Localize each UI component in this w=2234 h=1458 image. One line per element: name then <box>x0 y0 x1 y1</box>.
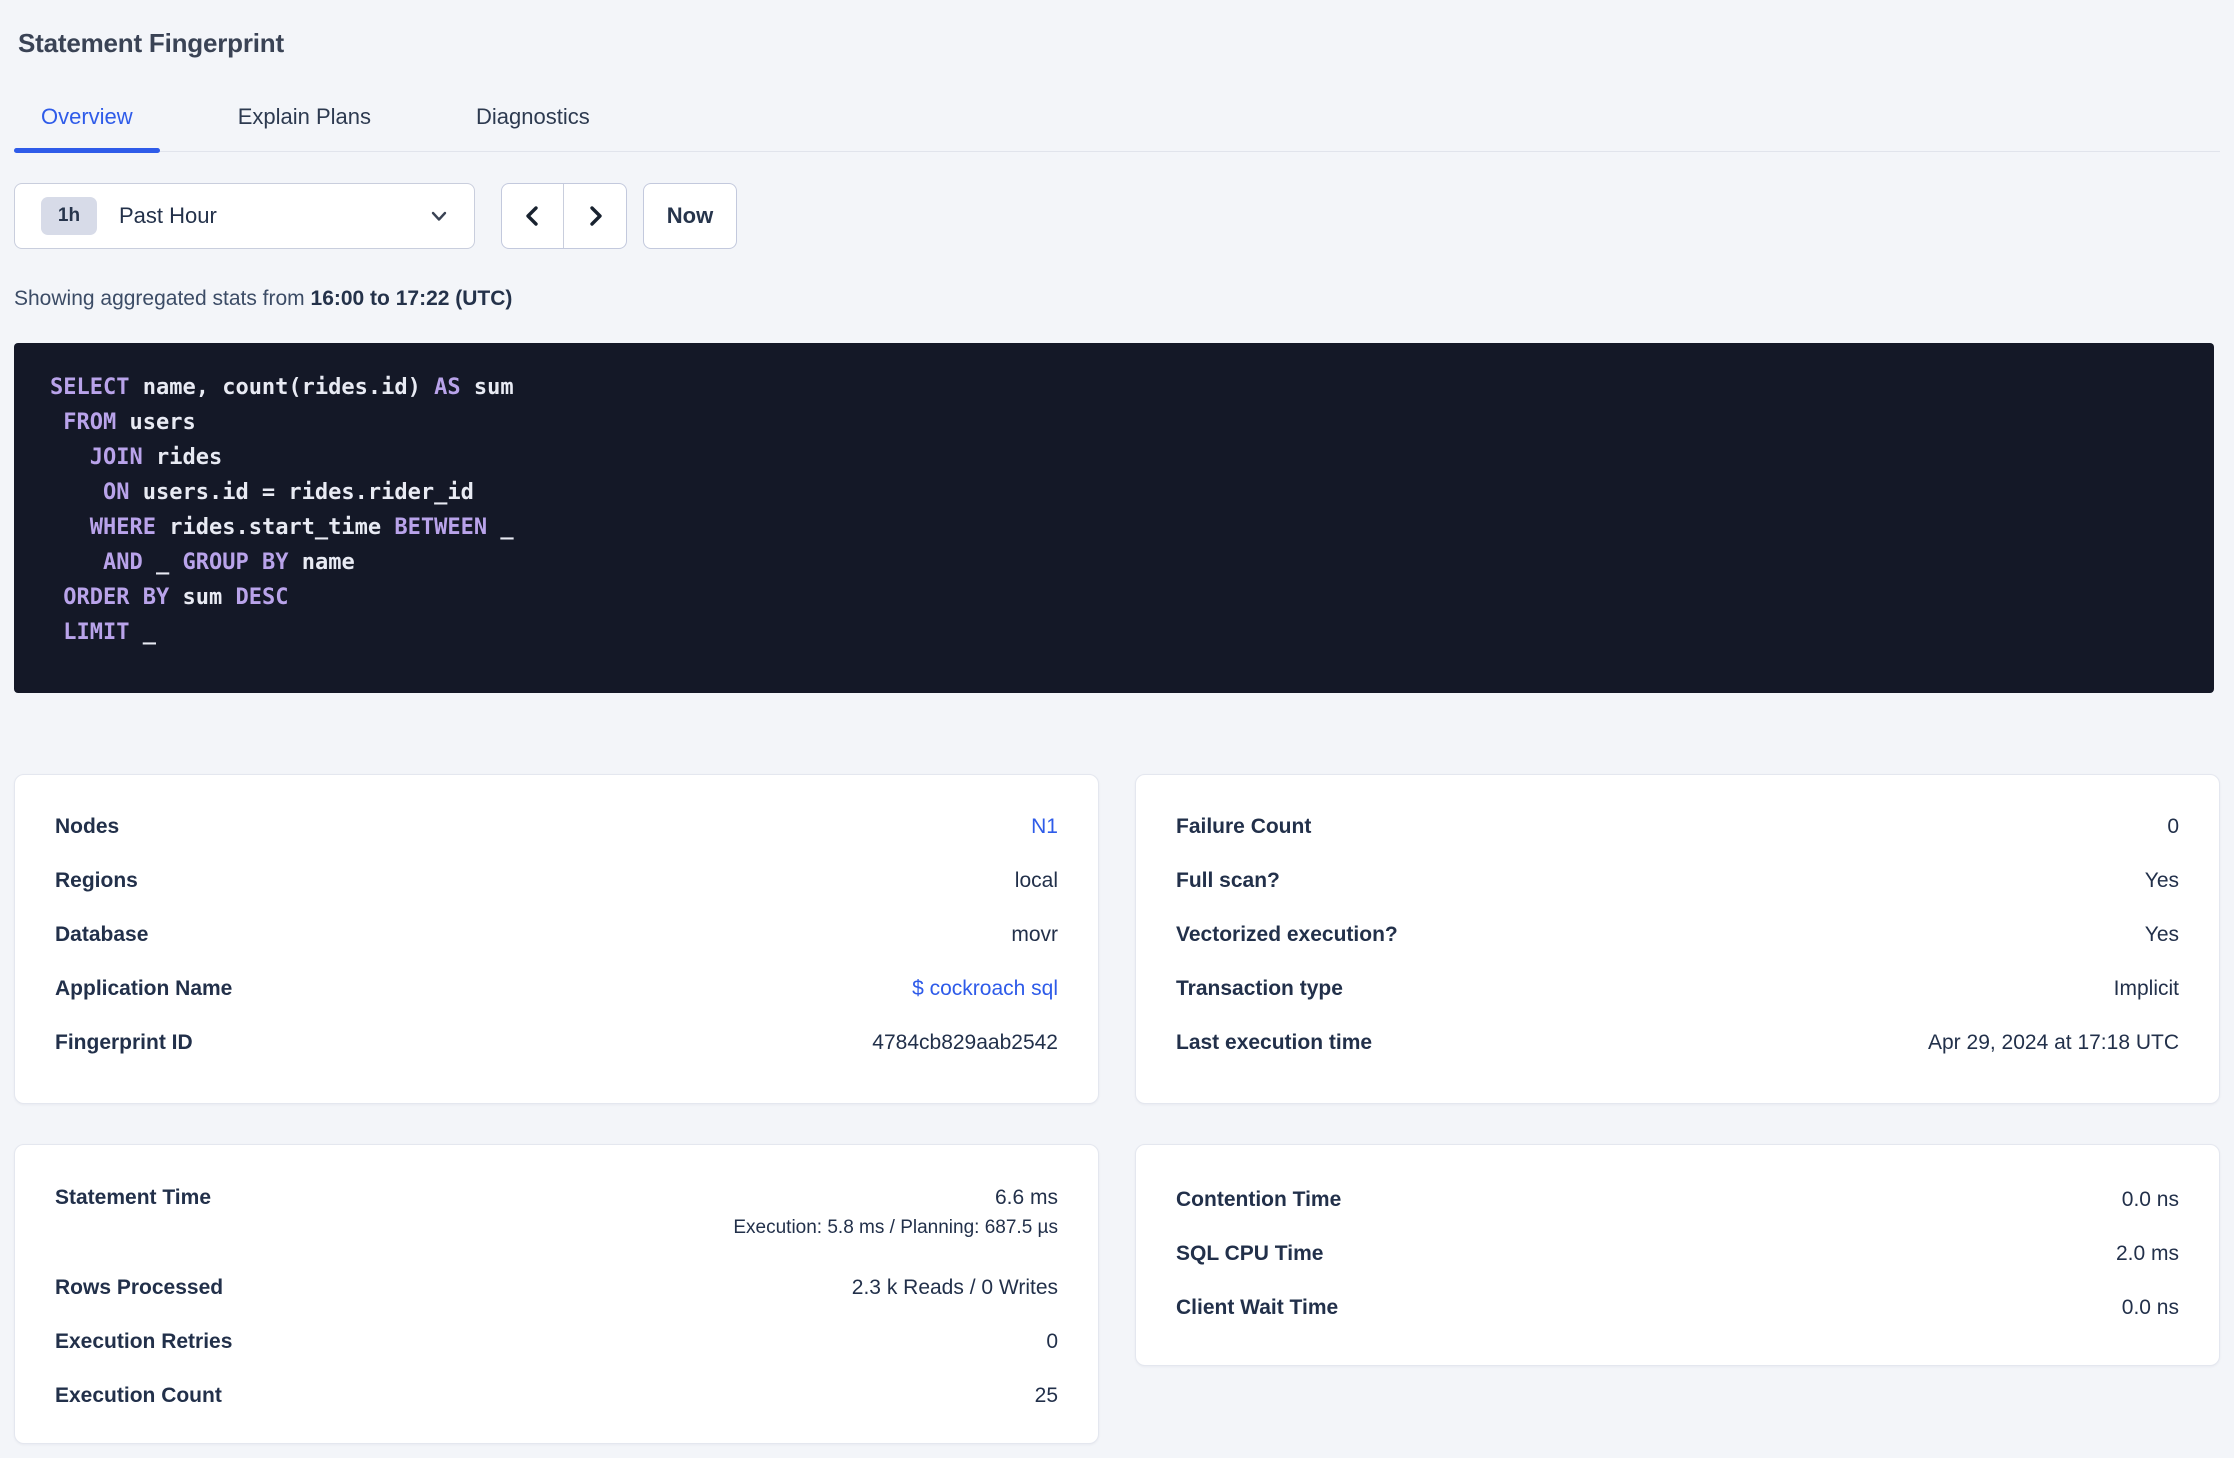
table-row: Application Name $ cockroach sql <box>55 962 1058 1016</box>
row-value: 25 <box>1034 1384 1058 1407</box>
chevron-right-icon <box>583 204 607 228</box>
performance-cards-row: Statement Time 6.6 ms Execution: 5.8 ms … <box>14 1144 2220 1444</box>
table-row: Execution Count 25 <box>55 1369 1058 1423</box>
table-row: Database movr <box>55 908 1058 962</box>
table-row: Execution Retries 0 <box>55 1315 1058 1369</box>
statement-details-card: Nodes N1 Regions local Database movr App… <box>14 774 1099 1104</box>
time-range-label: Past Hour <box>119 203 217 228</box>
nodes-link[interactable]: N1 <box>1031 815 1058 839</box>
chevron-down-icon <box>430 207 448 225</box>
table-row: Vectorized execution? Yes <box>1176 908 2179 962</box>
row-label: Nodes <box>55 815 120 838</box>
row-value: 0 <box>1046 1330 1058 1353</box>
row-label: Transaction type <box>1176 977 1343 1000</box>
sql-code: SELECT name, count(rides.id) AS sum FROM… <box>50 375 514 645</box>
tab-diagnostics[interactable]: Diagnostics <box>449 105 617 151</box>
table-row: Last execution time Apr 29, 2024 at 17:1… <box>1176 1016 2179 1070</box>
table-row: Fingerprint ID 4784cb829aab2542 <box>55 1016 1058 1070</box>
time-range-toolbar: 1h Past Hour Now <box>14 183 2220 249</box>
statement-fingerprint-page: Statement Fingerprint Overview Explain P… <box>0 0 2234 1444</box>
tab-bar: Overview Explain Plans Diagnostics <box>14 105 2220 153</box>
details-cards-row: Nodes N1 Regions local Database movr App… <box>14 774 2220 1104</box>
statement-time-value: 6.6 ms <box>994 1186 1058 1209</box>
row-label: Full scan? <box>1176 869 1280 892</box>
table-row: Rows Processed 2.3 k Reads / 0 Writes <box>55 1261 1058 1315</box>
time-range-dropdown[interactable]: 1h Past Hour <box>14 183 475 249</box>
row-value: 0.0 ns <box>2121 1188 2179 1211</box>
row-label: Fingerprint ID <box>55 1031 193 1054</box>
tab-explain-plans[interactable]: Explain Plans <box>211 105 398 151</box>
execution-attributes-card: Failure Count 0 Full scan? Yes Vectorize… <box>1135 774 2220 1104</box>
row-label: Execution Count <box>55 1384 222 1407</box>
table-row: SQL CPU Time 2.0 ms <box>1176 1227 2179 1281</box>
row-label: Failure Count <box>1176 815 1312 838</box>
page-title: Statement Fingerprint <box>18 28 284 58</box>
row-label: Application Name <box>55 977 233 1000</box>
last-execution-time-value: Apr 29, 2024 at 17:18 UTC <box>1928 1031 2179 1054</box>
statement-performance-card: Statement Time 6.6 ms Execution: 5.8 ms … <box>14 1144 1099 1444</box>
now-button[interactable]: Now <box>643 183 737 249</box>
row-label: Regions <box>55 869 138 892</box>
tab-overview[interactable]: Overview <box>14 105 160 153</box>
row-value: 2.0 ms <box>2115 1242 2179 1265</box>
row-label: Database <box>55 923 149 946</box>
row-value: Yes <box>2144 923 2179 946</box>
stats-prefix: Showing aggregated stats from <box>14 287 311 310</box>
stats-time-range: 16:00 to 17:22 (UTC) <box>310 287 513 310</box>
fingerprint-id-value: 4784cb829aab2542 <box>872 1031 1058 1054</box>
row-value: 0 <box>2167 815 2179 838</box>
table-row: Transaction type Implicit <box>1176 962 2179 1016</box>
row-value: 0.0 ns <box>2121 1296 2179 1319</box>
table-row: Full scan? Yes <box>1176 854 2179 908</box>
sql-statement-block: SELECT name, count(rides.id) AS sum FROM… <box>14 343 2214 693</box>
row-label: Contention Time <box>1176 1188 1342 1211</box>
row-value: 2.3 k Reads / 0 Writes <box>851 1276 1058 1299</box>
application-name-link[interactable]: $ cockroach sql <box>912 977 1058 1001</box>
table-row: Contention Time 0.0 ns <box>1176 1173 2179 1227</box>
row-label: Rows Processed <box>55 1276 224 1299</box>
row-value: movr <box>1011 923 1058 946</box>
table-row: Regions local <box>55 854 1058 908</box>
row-label: Statement Time <box>55 1186 211 1209</box>
time-breakdown-card: Contention Time 0.0 ns SQL CPU Time 2.0 … <box>1135 1144 2220 1366</box>
row-value: Yes <box>2144 869 2179 892</box>
chevron-left-icon <box>521 204 545 228</box>
interval-arrows-group <box>501 183 627 249</box>
prev-interval-button[interactable] <box>502 184 564 248</box>
aggregated-stats-summary: Showing aggregated stats from 16:00 to 1… <box>14 287 2220 311</box>
row-label: Last execution time <box>1176 1031 1373 1054</box>
next-interval-button[interactable] <box>564 184 626 248</box>
row-label: Client Wait Time <box>1176 1296 1339 1319</box>
time-range-badge: 1h <box>41 197 97 235</box>
row-value: local <box>1014 869 1058 892</box>
table-row: Failure Count 0 <box>1176 800 2179 854</box>
row-value: Implicit <box>2113 977 2179 1000</box>
row-label: Vectorized execution? <box>1176 923 1398 946</box>
table-row: Statement Time 6.6 ms Execution: 5.8 ms … <box>55 1173 1058 1261</box>
statement-time-breakdown: Execution: 5.8 ms / Planning: 687.5 µs <box>733 1217 1058 1238</box>
table-row: Client Wait Time 0.0 ns <box>1176 1281 2179 1335</box>
row-label: SQL CPU Time <box>1176 1242 1324 1265</box>
table-row: Nodes N1 <box>55 800 1058 854</box>
row-label: Execution Retries <box>55 1330 233 1353</box>
